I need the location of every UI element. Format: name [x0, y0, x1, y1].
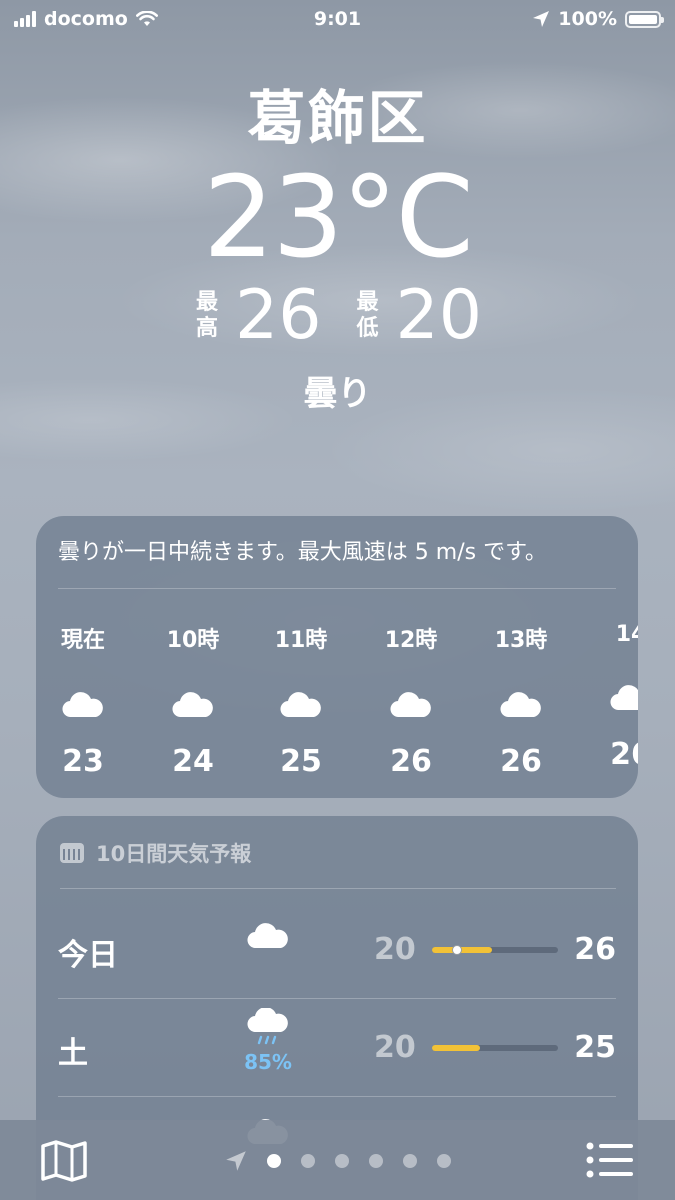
daily-row[interactable]: 土 85% 20 25 — [58, 998, 616, 1097]
current-weather: 葛飾区 23°C 最高 26 最低 20 曇り — [0, 80, 675, 415]
page-dot[interactable] — [368, 1154, 383, 1168]
hourly-scroller[interactable]: 現在 23 10時 24 11時 25 12時 26 13時 26 14 26 — [36, 610, 638, 798]
low-temp: 20 — [374, 932, 416, 967]
temp-range-bar — [432, 945, 558, 955]
cloud-icon — [62, 691, 103, 717]
high-low: 最高 26 最低 20 — [0, 280, 675, 352]
hour-label: 14 — [615, 622, 638, 647]
hour-label: 12時 — [384, 628, 438, 653]
cloud-icon — [280, 691, 321, 717]
hour-label: 13時 — [494, 628, 548, 653]
precip-chance: 85% — [244, 1050, 292, 1074]
hour-temp: 24 — [172, 744, 214, 779]
hour-temp: 26 — [610, 737, 638, 772]
high-temp: 26 — [574, 932, 616, 967]
page-dot[interactable] — [436, 1154, 451, 1168]
cloud-rain-icon — [247, 1007, 288, 1045]
page-dot[interactable] — [266, 1154, 281, 1168]
bottom-toolbar — [0, 1120, 675, 1200]
hourly-item: 10時 24 — [138, 610, 248, 779]
hourly-item: 現在 23 — [36, 610, 138, 779]
hourly-item: 12時 26 — [356, 610, 466, 779]
hour-label: 11時 — [274, 628, 328, 653]
high-label: 最高 — [195, 290, 218, 341]
current-temperature: 23°C — [203, 153, 474, 283]
high-temp: 26 — [234, 276, 322, 355]
daily-forecast-title: 10日間天気予報 — [96, 842, 252, 866]
low-label: 最低 — [356, 290, 379, 341]
cloud-icon — [500, 691, 541, 717]
day-label: 土 — [58, 1036, 88, 1071]
hourly-item: 11時 25 — [246, 610, 356, 779]
hour-label: 10時 — [166, 628, 220, 653]
cloud-icon — [610, 684, 638, 710]
hour-label: 現在 — [60, 628, 105, 653]
temp-range-bar — [432, 1045, 558, 1051]
high-temp: 25 — [574, 1030, 616, 1065]
hourly-item: 14 26 — [576, 610, 638, 772]
hour-temp: 26 — [390, 744, 432, 779]
location-arrow-icon[interactable] — [225, 1150, 247, 1172]
daily-row[interactable]: 今日 20 26 — [58, 900, 616, 999]
location-name: 葛飾区 — [247, 84, 428, 152]
current-temp-marker — [452, 945, 463, 955]
battery-percent: 100% — [558, 8, 617, 30]
cloud-icon — [247, 923, 288, 949]
hour-temp: 25 — [280, 744, 322, 779]
calendar-icon — [60, 843, 84, 863]
cloud-icon — [172, 691, 213, 717]
hour-temp: 23 — [62, 744, 104, 779]
page-dot[interactable] — [300, 1154, 315, 1168]
status-bar: docomo 9:01 100% — [0, 0, 675, 38]
page-dot[interactable] — [402, 1154, 417, 1168]
forecast-summary: 曇りが一日中続きます。最大風速は 5 m/s です。 — [58, 538, 616, 589]
day-label: 今日 — [58, 938, 118, 973]
low-temp: 20 — [374, 1030, 416, 1065]
condition-text: 曇り — [303, 374, 372, 414]
location-arrow-icon — [533, 11, 550, 27]
daily-forecast-header: 10日間天気予報 — [60, 838, 616, 889]
page-dot[interactable] — [334, 1154, 349, 1168]
cloud-icon — [390, 691, 431, 717]
hour-temp: 26 — [500, 744, 542, 779]
list-icon[interactable] — [585, 1140, 635, 1180]
low-temp: 20 — [395, 276, 483, 355]
battery-icon — [625, 10, 664, 28]
hourly-forecast-card[interactable]: 曇りが一日中続きます。最大風速は 5 m/s です。 現在 23 10時 24 11時 2… — [36, 516, 638, 798]
hourly-item: 13時 26 — [466, 610, 576, 779]
page-indicator[interactable] — [0, 1150, 675, 1172]
